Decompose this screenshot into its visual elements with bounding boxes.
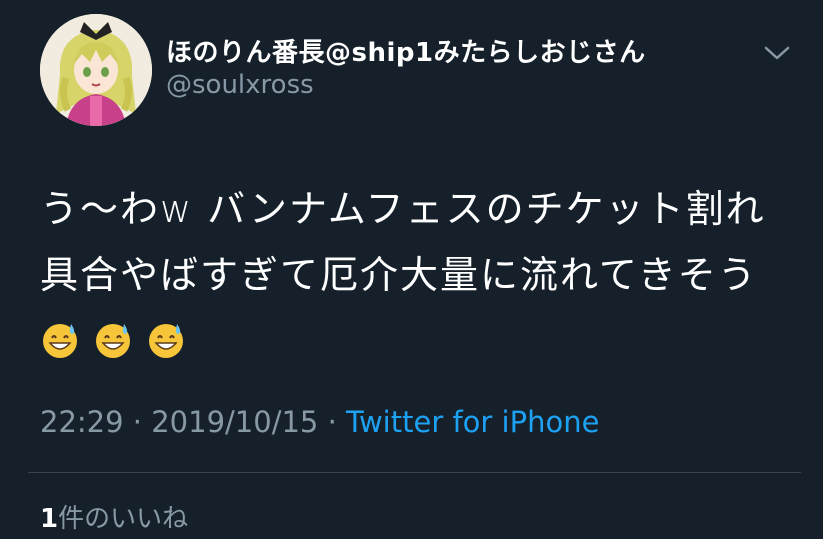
grinning-face-with-sweat-icon xyxy=(149,324,183,358)
user-handle[interactable]: @soulxross xyxy=(166,70,314,100)
divider xyxy=(28,472,801,473)
avatar-illustration xyxy=(40,14,152,126)
grinning-face-with-sweat-icon xyxy=(43,324,77,358)
avatar[interactable] xyxy=(40,14,152,126)
emoji-row xyxy=(40,319,199,363)
like-count: 1 xyxy=(40,504,59,534)
like-label: 件のいいね xyxy=(58,504,189,534)
tweet-text: う〜わw バンナムフェスのチケット割れ具合やばすぎて厄介大量に流れてきそう xyxy=(40,187,766,297)
tweet-time[interactable]: 22:29 xyxy=(40,405,124,439)
meta-separator: · xyxy=(327,405,337,439)
tweet-meta: 22:29 · 2019/10/15 · Twitter for iPhone xyxy=(40,405,599,439)
tweet-body: う〜わw バンナムフェスのチケット割れ具合やばすぎて厄介大量に流れてきそう xyxy=(40,176,790,374)
meta-separator: · xyxy=(132,405,143,439)
display-name[interactable]: ほのりん番長@ship1みたらしおじさん xyxy=(166,32,646,69)
chevron-down-icon[interactable] xyxy=(762,40,792,66)
tweet-date[interactable]: 2019/10/15 xyxy=(151,405,318,439)
likes-summary[interactable]: 1件のいいね xyxy=(40,498,188,535)
grinning-face-with-sweat-icon xyxy=(96,324,130,358)
tweet-source-link[interactable]: Twitter for iPhone xyxy=(346,405,599,439)
